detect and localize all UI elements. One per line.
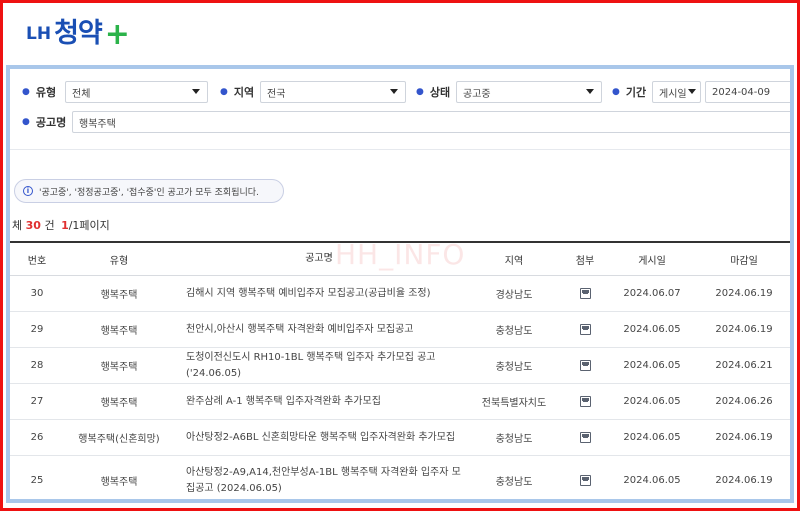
period-filter-label: ● 기간 bbox=[612, 86, 647, 99]
type-select[interactable]: 전체 bbox=[65, 81, 208, 103]
logo-brand: 청약 bbox=[54, 18, 103, 49]
filter-divider bbox=[10, 149, 790, 150]
bullet-icon: ● bbox=[22, 117, 30, 127]
filter-bar: ● 유형 전체 ● 지역 전국 ● 상태 공고중 ● 기간 게시일 2024-0… bbox=[10, 69, 790, 149]
result-count: 체 30 건 1/1페이지 bbox=[12, 219, 110, 232]
bullet-icon: ● bbox=[22, 87, 30, 97]
table-row[interactable]: 28 행복주택 도청이전신도시 RH10-1BL 행복주택 입주자 추가모집 공… bbox=[10, 348, 790, 384]
chevron-down-icon bbox=[390, 89, 398, 94]
announcement-title-link[interactable]: 완주삼례 A-1 행복주택 입주자격완화 추가모집 bbox=[174, 394, 464, 410]
announcement-title-link[interactable]: 아산탕정2-A6BL 신혼희망타운 행복주택 입주자격완화 추가모집 bbox=[174, 430, 464, 446]
file-icon[interactable] bbox=[579, 432, 591, 443]
start-date-input[interactable]: 2024-04-09 bbox=[705, 81, 790, 103]
title-filter-label: ● 공고명 bbox=[22, 116, 67, 129]
title-search-input[interactable]: 행복주택 bbox=[72, 111, 790, 133]
info-icon: i bbox=[23, 186, 33, 196]
file-icon[interactable] bbox=[579, 475, 591, 486]
notice-text: '공고중', '정정공고중', '접수중'인 공고가 모두 조회됩니다. bbox=[39, 187, 259, 198]
current-page: 1 bbox=[61, 219, 69, 232]
table-row[interactable]: 26 행복주택(신혼희망) 아산탕정2-A6BL 신혼희망타운 행복주택 입주자… bbox=[10, 420, 790, 456]
header-region: 지역 bbox=[504, 255, 524, 267]
file-icon[interactable] bbox=[579, 396, 591, 407]
header-type: 유형 bbox=[109, 255, 129, 267]
table-header: 번호 유형 공고명 지역 첨부 게시일 마감일 bbox=[10, 241, 790, 276]
header-attach: 첨부 bbox=[575, 255, 595, 267]
file-icon[interactable] bbox=[579, 288, 591, 299]
table-row[interactable]: 30 행복주택 김해시 지역 행복주택 예비입주자 모집공고(공급비율 조정) … bbox=[10, 276, 790, 312]
announcement-table: 번호 유형 공고명 지역 첨부 게시일 마감일 30 행복주택 김해시 지역 행… bbox=[10, 241, 790, 499]
file-icon[interactable] bbox=[579, 324, 591, 335]
announcement-title-link[interactable]: 천안시,아산시 행복주택 자격완화 예비입주자 모집공고 bbox=[174, 322, 464, 338]
total-count: 30 bbox=[25, 219, 41, 232]
header-no: 번호 bbox=[27, 255, 47, 267]
type-filter-label: ● 유형 bbox=[22, 86, 57, 99]
chevron-down-icon bbox=[586, 89, 594, 94]
region-filter-label: ● 지역 bbox=[220, 86, 255, 99]
status-filter-label: ● 상태 bbox=[416, 86, 451, 99]
header-posted: 게시일 bbox=[638, 255, 666, 267]
file-icon[interactable] bbox=[579, 360, 591, 371]
announcement-title-link[interactable]: 아산탕정2-A9,A14,천안부성A-1BL 행복주택 자격완화 입주자 모집공… bbox=[174, 465, 464, 497]
table-row[interactable]: 25 행복주택 아산탕정2-A9,A14,천안부성A-1BL 행복주택 자격완화… bbox=[10, 456, 790, 499]
bullet-icon: ● bbox=[612, 87, 620, 97]
table-row[interactable]: 27 행복주택 완주삼례 A-1 행복주택 입주자격완화 추가모집 전북특별자치… bbox=[10, 384, 790, 420]
region-select[interactable]: 전국 bbox=[260, 81, 406, 103]
chevron-down-icon bbox=[688, 89, 696, 94]
lh-logo[interactable]: LH 청약 + bbox=[26, 10, 130, 50]
page-total: /1페이지 bbox=[68, 219, 110, 232]
table-row[interactable]: 29 행복주택 천안시,아산시 행복주택 자격완화 예비입주자 모집공고 충청남… bbox=[10, 312, 790, 348]
header-title: 공고명 bbox=[305, 253, 333, 264]
announcement-panel: ● 유형 전체 ● 지역 전국 ● 상태 공고중 ● 기간 게시일 2024-0… bbox=[6, 65, 794, 503]
logo-lh: LH bbox=[26, 24, 52, 44]
period-basis-select[interactable]: 게시일 bbox=[652, 81, 701, 103]
bullet-icon: ● bbox=[220, 87, 228, 97]
chevron-down-icon bbox=[192, 89, 200, 94]
logo-plus-icon: + bbox=[104, 17, 130, 52]
status-select[interactable]: 공고중 bbox=[456, 81, 602, 103]
header-due: 마감일 bbox=[730, 255, 758, 267]
announcement-title-link[interactable]: 김해시 지역 행복주택 예비입주자 모집공고(공급비율 조정) bbox=[174, 286, 464, 302]
announcement-title-link[interactable]: 도청이전신도시 RH10-1BL 행복주택 입주자 추가모집 공고('24.06… bbox=[174, 350, 464, 382]
notice-banner: i '공고중', '정정공고중', '접수중'인 공고가 모두 조회됩니다. bbox=[14, 179, 284, 203]
bullet-icon: ● bbox=[416, 87, 424, 97]
